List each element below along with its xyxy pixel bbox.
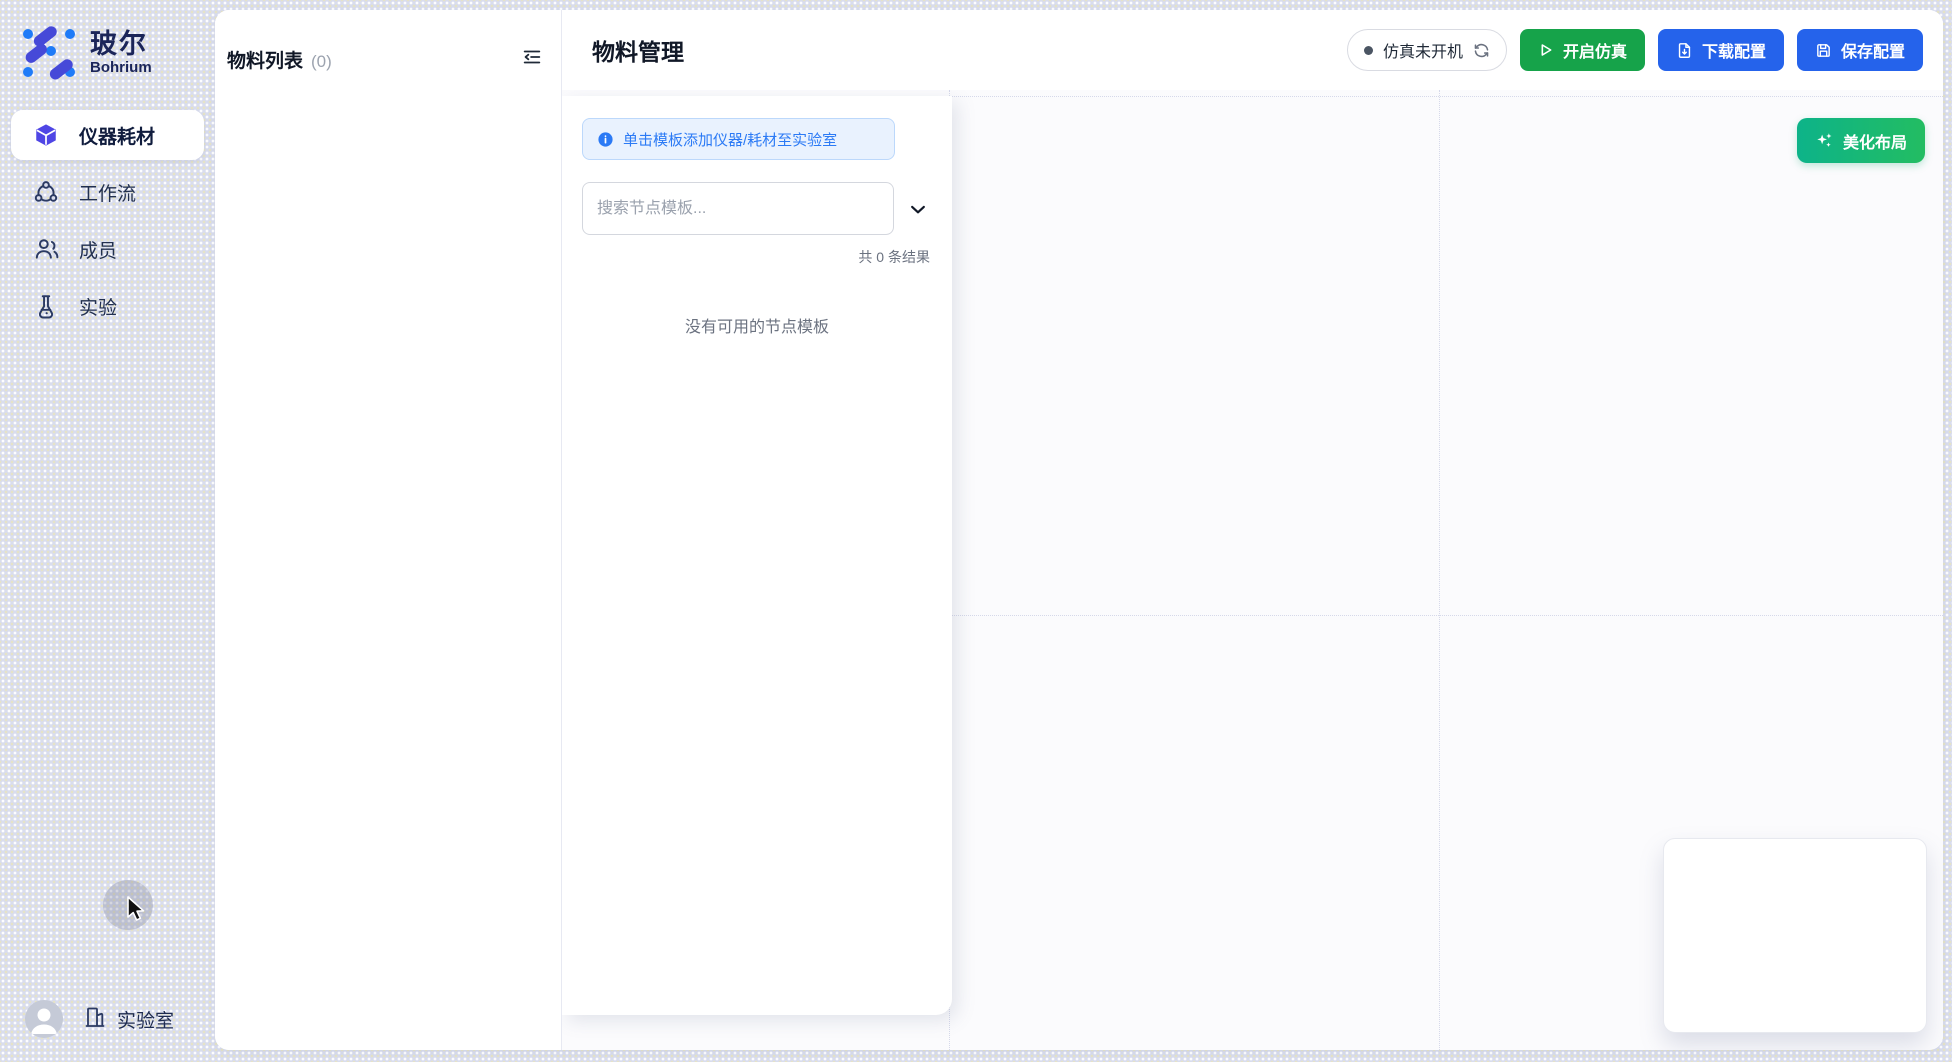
sparkles-icon	[1815, 131, 1834, 150]
content-container: 物料列表 (0) 物料管理 仿真未开机	[215, 10, 1943, 1050]
bohrium-logo-icon	[20, 24, 78, 82]
material-list-title: 物料列表	[227, 46, 303, 73]
collapse-panel-icon[interactable]	[521, 46, 543, 73]
material-list-header: 物料列表 (0)	[215, 10, 561, 73]
sidebar-item-label: 成员	[79, 236, 117, 263]
page-title: 物料管理	[592, 33, 684, 67]
sidebar-item-experiment[interactable]: 实验	[11, 281, 204, 331]
search-input[interactable]	[582, 182, 894, 235]
status-label: 仿真未开机	[1383, 38, 1463, 62]
download-config-label: 下载配置	[1702, 38, 1766, 62]
avatar[interactable]	[25, 1000, 63, 1038]
simulation-status-pill[interactable]: 仿真未开机	[1347, 29, 1507, 71]
sidebar-item-workflow[interactable]: 工作流	[11, 167, 204, 217]
start-simulation-button[interactable]: 开启仿真	[1520, 29, 1645, 71]
download-config-button[interactable]: 下载配置	[1658, 29, 1784, 71]
material-list-panel: 物料列表 (0)	[215, 10, 561, 1050]
experiment-icon	[33, 293, 59, 319]
mouse-cursor	[120, 893, 147, 923]
sidebar-item-members[interactable]: 成员	[11, 224, 204, 274]
node-template-panel: 单击模板添加仪器/耗材至实验室 共 0 条结果 没有可用的节点模板	[562, 96, 952, 1015]
sidebar-item-label: 工作流	[79, 179, 136, 206]
sidebar-footer: 实验室	[0, 1000, 215, 1038]
template-search-row	[582, 182, 932, 235]
lab-label: 实验室	[117, 1006, 174, 1033]
brand-name-en: Bohrium	[90, 60, 152, 77]
save-config-label: 保存配置	[1841, 38, 1905, 62]
file-download-icon	[1676, 42, 1693, 59]
status-dot-icon	[1364, 46, 1373, 55]
main-panel: 物料管理 仿真未开机	[561, 10, 1943, 1050]
beautify-layout-button[interactable]: 美化布局	[1797, 118, 1925, 163]
flow-canvas[interactable]: 单击模板添加仪器/耗材至实验室 共 0 条结果 没有可用的节点模板	[562, 90, 1943, 1050]
main-header: 物料管理 仿真未开机	[562, 10, 1943, 90]
cube-icon	[33, 122, 59, 148]
empty-template-text: 没有可用的节点模板	[582, 313, 932, 337]
start-simulation-label: 开启仿真	[1563, 38, 1627, 62]
save-config-button[interactable]: 保存配置	[1797, 29, 1923, 71]
template-hint-banner: 单击模板添加仪器/耗材至实验室	[582, 118, 895, 160]
workflow-icon	[33, 179, 59, 205]
chevron-down-icon[interactable]	[905, 196, 931, 222]
beautify-layout-label: 美化布局	[1843, 129, 1907, 153]
material-list-count: (0)	[311, 52, 332, 72]
lab-link[interactable]: 实验室	[83, 1005, 174, 1034]
sidebar-item-label: 实验	[79, 293, 117, 320]
refresh-icon[interactable]	[1473, 42, 1490, 59]
sidebar-item-instruments[interactable]: 仪器耗材	[11, 110, 204, 160]
minimap[interactable]	[1663, 838, 1927, 1033]
template-hint-text: 单击模板添加仪器/耗材至实验室	[623, 129, 837, 150]
sidebar-item-label: 仪器耗材	[79, 122, 155, 149]
brand-name: 玻尔 Bohrium	[90, 30, 152, 76]
info-icon	[597, 131, 614, 148]
header-actions: 仿真未开机 开启仿真	[1347, 29, 1923, 71]
play-icon	[1538, 42, 1554, 58]
sidebar-menu: 仪器耗材 工作流 成员	[0, 110, 215, 331]
canvas-gridline	[1439, 90, 1440, 1050]
result-count: 共 0 条结果	[582, 247, 952, 267]
save-icon	[1815, 42, 1832, 59]
members-icon	[33, 236, 59, 262]
brand-name-cn: 玻尔	[90, 30, 152, 60]
building-icon	[83, 1005, 107, 1034]
brand-logo: 玻尔 Bohrium	[0, 22, 215, 84]
